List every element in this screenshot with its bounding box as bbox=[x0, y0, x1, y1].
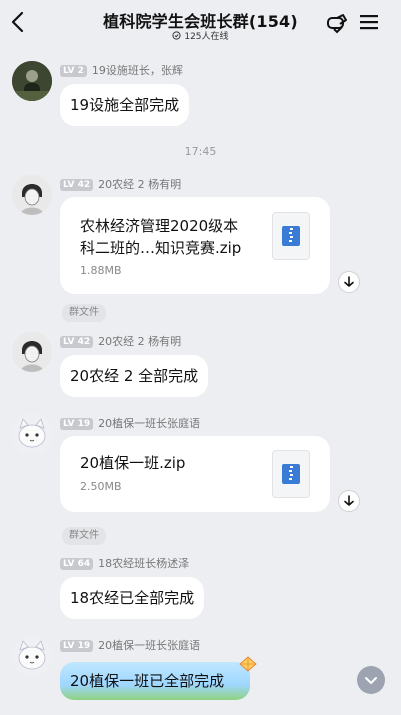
group-file-chip[interactable]: 群文件 bbox=[62, 304, 106, 322]
level-badge: LV 19 bbox=[60, 418, 94, 430]
message-bubble[interactable]: 20农经 2 全部完成 bbox=[60, 355, 209, 397]
scroll-to-bottom-button[interactable] bbox=[357, 666, 385, 694]
file-name-line1: 农林经济管理2020级本 bbox=[80, 217, 239, 235]
sender-name: 18农经班长杨述泽 bbox=[98, 557, 190, 570]
zip-file-icon bbox=[272, 212, 310, 260]
file-message-card[interactable]: 20植保一班.zip 2.50MB bbox=[60, 436, 330, 512]
avatar[interactable] bbox=[12, 636, 52, 676]
download-icon[interactable] bbox=[338, 490, 360, 512]
message-bubble[interactable]: 19设施全部完成 bbox=[60, 84, 190, 126]
avatar[interactable] bbox=[12, 332, 52, 372]
timestamp: 17:45 bbox=[184, 145, 217, 158]
sender-name: 19设施班长，张辉 bbox=[91, 64, 183, 77]
zip-file-icon bbox=[272, 450, 310, 498]
chevron-down-icon bbox=[365, 677, 377, 684]
group-tasks-icon[interactable] bbox=[325, 11, 349, 35]
download-icon[interactable] bbox=[338, 271, 360, 293]
sender-name: 20农经 2 杨有明 bbox=[98, 335, 182, 348]
avatar[interactable] bbox=[12, 175, 52, 215]
menu-icon[interactable] bbox=[360, 14, 378, 30]
group-file-chip[interactable]: 群文件 bbox=[62, 527, 106, 545]
level-badge: LV 2 bbox=[60, 65, 87, 77]
level-badge: LV 64 bbox=[60, 558, 94, 570]
kite-decoration-icon bbox=[239, 656, 257, 672]
level-badge: LV 42 bbox=[60, 336, 94, 348]
file-name-line2: 科二班的…知识竞赛.zip bbox=[80, 239, 242, 257]
sender-line: LV 42 20农经 2 杨有明 bbox=[60, 176, 182, 191]
level-badge: LV 42 bbox=[60, 179, 94, 191]
online-status-icon bbox=[172, 31, 182, 40]
file-name: 20植保一班.zip bbox=[80, 454, 186, 472]
sender-line: LV 42 20农经 2 杨有明 bbox=[60, 333, 182, 348]
sender-line: LV 64 18农经班长杨述泽 bbox=[60, 555, 190, 570]
chat-header: 植科院学生会班长群(154) 125人在线 bbox=[0, 0, 401, 44]
sender-line: LV 2 19设施班长，张辉 bbox=[60, 62, 183, 77]
message-bubble[interactable]: 20植保一班已全部完成 bbox=[60, 662, 250, 700]
sender-name: 20农经 2 杨有明 bbox=[98, 178, 182, 191]
message-bubble[interactable]: 18农经已全部完成 bbox=[60, 577, 205, 619]
sender-name: 20植保一班长张庭语 bbox=[98, 639, 201, 652]
file-size: 2.50MB bbox=[80, 480, 122, 493]
sender-line: LV 19 20植保一班长张庭语 bbox=[60, 415, 201, 430]
file-message-card[interactable]: 农林经济管理2020级本 科二班的…知识竞赛.zip 1.88MB bbox=[60, 197, 330, 294]
level-badge: LV 19 bbox=[60, 640, 94, 652]
sender-name: 20植保一班长张庭语 bbox=[98, 417, 201, 430]
sender-line: LV 19 20植保一班长张庭语 bbox=[60, 637, 201, 652]
file-size: 1.88MB bbox=[80, 264, 122, 277]
avatar[interactable] bbox=[12, 61, 52, 101]
avatar[interactable] bbox=[12, 414, 52, 454]
